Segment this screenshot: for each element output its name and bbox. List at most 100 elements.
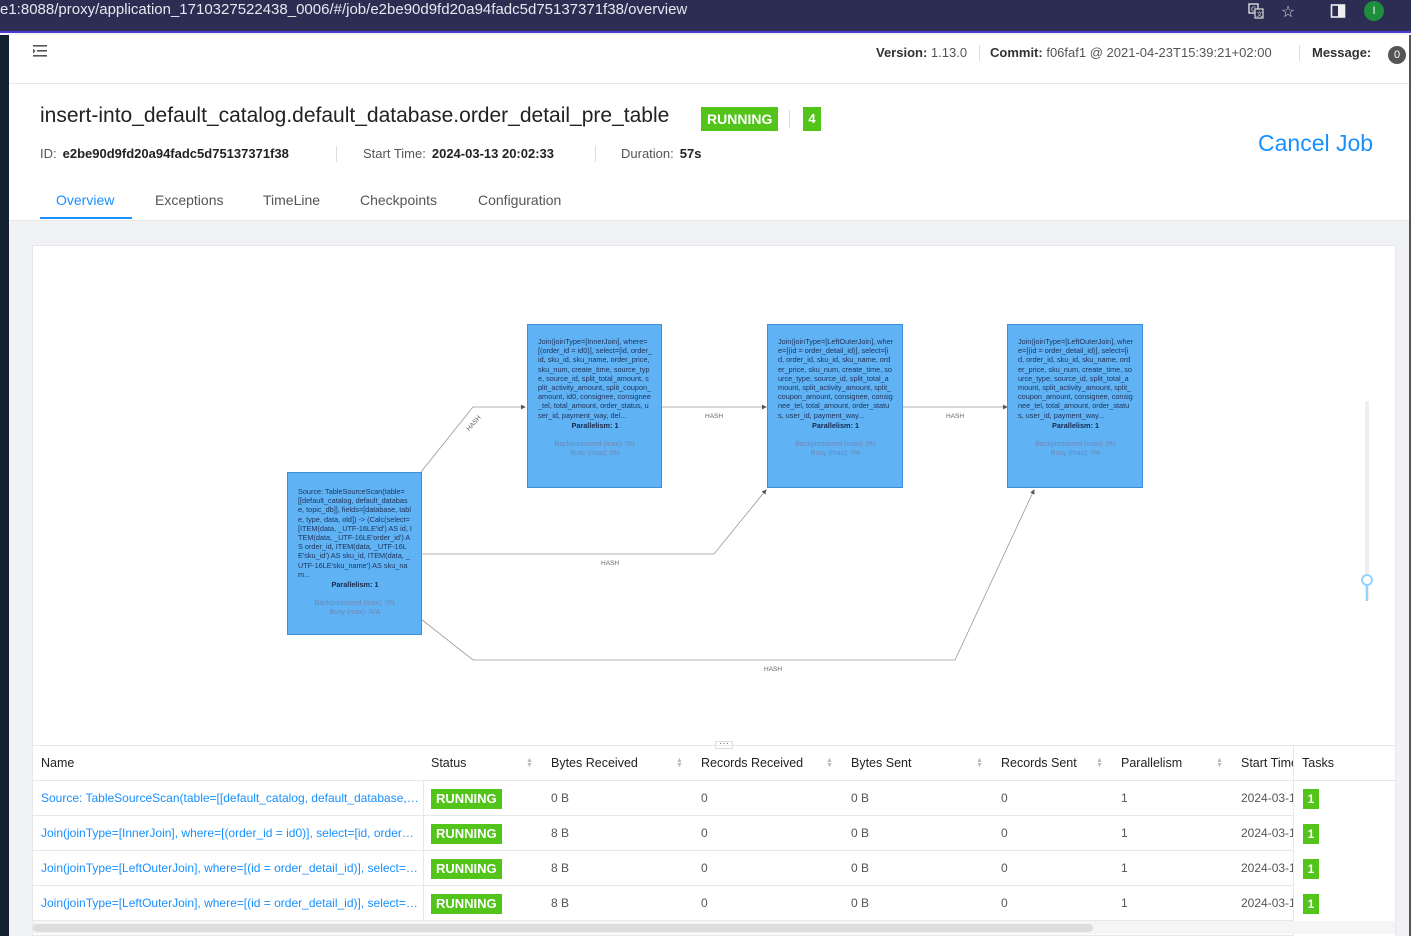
parallelism: 1 — [1121, 826, 1128, 840]
records-sent: 0 — [1001, 861, 1008, 875]
job-id-value: e2be90d9fd20a94fadc5d75137371f38 — [62, 146, 289, 161]
table-row[interactable]: Source: TableSourceScan(table=[[default_… — [33, 781, 1395, 816]
start-time: 2024-03-1 — [1241, 791, 1293, 805]
node-parallelism: Parallelism: 1 — [811, 420, 860, 430]
translate-icon[interactable]: G文 — [1246, 3, 1266, 25]
bytes-sent: 0 B — [851, 896, 870, 910]
table-row[interactable]: Join(joinType=[InnerJoin], where=[(order… — [33, 816, 1395, 851]
divider — [336, 146, 337, 162]
scrollbar-thumb[interactable] — [33, 924, 1093, 932]
tab-exceptions[interactable]: Exceptions — [155, 192, 223, 208]
task-count-badge[interactable]: 1 — [1303, 824, 1319, 844]
node-backpressured: Backpressured (max): 0% — [795, 441, 876, 449]
edge-label: HASH — [946, 413, 965, 420]
sort-icon[interactable]: ▲ ▼ — [676, 757, 683, 769]
job-start-time: Start Time: 2024-03-13 20:02:33 — [363, 146, 554, 161]
column-header-bytes-sent[interactable]: Bytes Sent — [843, 746, 993, 781]
node-backpressured: Backpressured (max): 0% — [554, 441, 636, 449]
node-backpressured: Backpressured (max): 0% — [1035, 441, 1116, 449]
task-count-badge[interactable]: 1 — [1303, 789, 1319, 809]
start-time-label: Start Time: — [363, 146, 426, 161]
duration-value: 57s — [679, 146, 702, 161]
edge-label: HASH — [764, 666, 783, 673]
message-count-badge[interactable]: 0 — [1388, 46, 1406, 64]
vertex-name-link[interactable]: Join(joinType=[InnerJoin], where=[(order… — [41, 816, 419, 851]
tab-overview[interactable]: Overview — [56, 192, 114, 208]
bytes-sent: 0 B — [851, 791, 870, 805]
status-badge: RUNNING — [431, 894, 502, 914]
divider — [979, 45, 980, 61]
bytes-sent: 0 B — [851, 826, 870, 840]
active-tab-indicator — [40, 217, 132, 219]
zoom-slider-handle[interactable] — [1361, 574, 1373, 586]
menu-fold-icon[interactable] — [31, 43, 51, 64]
sort-icon[interactable]: ▲ ▼ — [1096, 757, 1103, 769]
task-count-badge[interactable]: 1 — [1303, 859, 1319, 879]
bytes-received: 8 B — [551, 826, 570, 840]
column-header-start-time[interactable]: Start Time — [1233, 746, 1295, 781]
commit-value: f06faf1 @ 2021-04-23T15:39:21+02:00 — [1046, 45, 1272, 60]
node-description: Join(joinType=[LeftOuterJoin], where=[(i… — [778, 337, 893, 420]
task-count-badge[interactable]: 1 — [1303, 894, 1319, 914]
sort-icon[interactable]: ▲ ▼ — [826, 757, 833, 769]
tab-configuration[interactable]: Configuration — [478, 192, 561, 208]
column-header-status[interactable]: Status — [423, 746, 543, 781]
horizontal-scrollbar[interactable] — [33, 921, 1395, 934]
job-graph-edges — [420, 404, 1035, 661]
parallelism: 1 — [1121, 791, 1128, 805]
job-overview-panel: HASH HASH HASH HASH HASH Source: TableSo… — [32, 245, 1396, 936]
node-description: Join(joinType=[InnerJoin], where=[(order… — [538, 337, 652, 420]
sort-icon[interactable]: ▲ ▼ — [526, 757, 533, 769]
url-text[interactable]: e1:8088/proxy/application_1710327522438_… — [0, 1, 687, 18]
tab-checkpoints[interactable]: Checkpoints — [360, 192, 437, 208]
node-backpressured: Backpressured (max): 0% — [314, 600, 396, 608]
edge-source-to-leftjoin1 — [421, 489, 767, 555]
top-navigation: Version: 1.13.0 Commit: f06faf1 @ 2021-0… — [9, 35, 1409, 84]
job-header: insert-into_default_catalog.default_data… — [9, 84, 1409, 221]
message-info[interactable]: Message: — [1312, 45, 1371, 60]
bytes-received: 8 B — [551, 861, 570, 875]
records-received: 0 — [701, 791, 708, 805]
node-busy: Busy (max): N/A — [329, 609, 381, 617]
graph-node-source[interactable]: Source: TableSourceScan(table=[[default_… — [287, 472, 422, 635]
zoom-slider-track[interactable] — [1365, 401, 1369, 601]
parallelism: 1 — [1121, 896, 1128, 910]
vertex-table: Name Status ▲ ▼ Bytes Received ▲ ▼ Records… — [33, 745, 1396, 936]
vertex-name-link[interactable]: Source: TableSourceScan(table=[[default_… — [41, 781, 419, 816]
tasks-column: Tasks 1 1 1 1 — [1293, 746, 1396, 936]
vertex-name-link[interactable]: Join(joinType=[LeftOuterJoin], where=[(i… — [41, 851, 419, 886]
node-busy: Busy (max): 0% — [810, 450, 861, 458]
commit-label: Commit: — [990, 45, 1043, 60]
graph-node-left-join-2[interactable]: Join(joinType=[LeftOuterJoin], where=[(i… — [1007, 324, 1143, 488]
column-resize-handle[interactable] — [423, 781, 424, 921]
column-header-parallelism[interactable]: Parallelism — [1113, 746, 1233, 781]
sort-icon[interactable]: ▲ ▼ — [976, 757, 983, 769]
records-sent: 0 — [1001, 826, 1008, 840]
table-row[interactable]: Join(joinType=[LeftOuterJoin], where=[(i… — [33, 851, 1395, 886]
column-header-bytes-received[interactable]: Bytes Received — [543, 746, 693, 781]
start-time: 2024-03-1 — [1241, 861, 1293, 875]
records-received: 0 — [701, 826, 708, 840]
records-sent: 0 — [1001, 791, 1008, 805]
message-label: Message: — [1312, 45, 1372, 60]
star-icon[interactable]: ☆ — [1278, 3, 1298, 23]
tab-timeline[interactable]: TimeLine — [263, 192, 320, 208]
column-header-records-sent[interactable]: Records Sent — [993, 746, 1113, 781]
divider — [789, 110, 790, 128]
sort-icon[interactable]: ▲ ▼ — [1216, 757, 1223, 769]
vertex-name-link[interactable]: Join(joinType=[LeftOuterJoin], where=[(i… — [41, 886, 419, 921]
version-value: 1.13.0 — [930, 45, 968, 60]
status-badge: RUNNING — [431, 824, 502, 844]
edge-source-to-leftjoin2 — [420, 489, 1035, 661]
column-header-records-received[interactable]: Records Received — [693, 746, 843, 781]
profile-avatar[interactable]: I — [1364, 1, 1384, 21]
version-label: Version: — [876, 45, 928, 60]
column-header-tasks: Tasks — [1294, 746, 1396, 781]
sidebar-icon[interactable] — [1328, 3, 1348, 25]
graph-node-left-join-1[interactable]: Join(joinType=[LeftOuterJoin], where=[(i… — [767, 324, 903, 488]
table-row[interactable]: Join(joinType=[LeftOuterJoin], where=[(i… — [33, 886, 1395, 921]
start-time: 2024-03-1 — [1241, 896, 1293, 910]
graph-node-inner-join[interactable]: Join(joinType=[InnerJoin], where=[(order… — [527, 324, 662, 488]
bytes-received: 0 B — [551, 791, 570, 805]
cancel-job-button[interactable]: Cancel Job — [1258, 130, 1373, 157]
